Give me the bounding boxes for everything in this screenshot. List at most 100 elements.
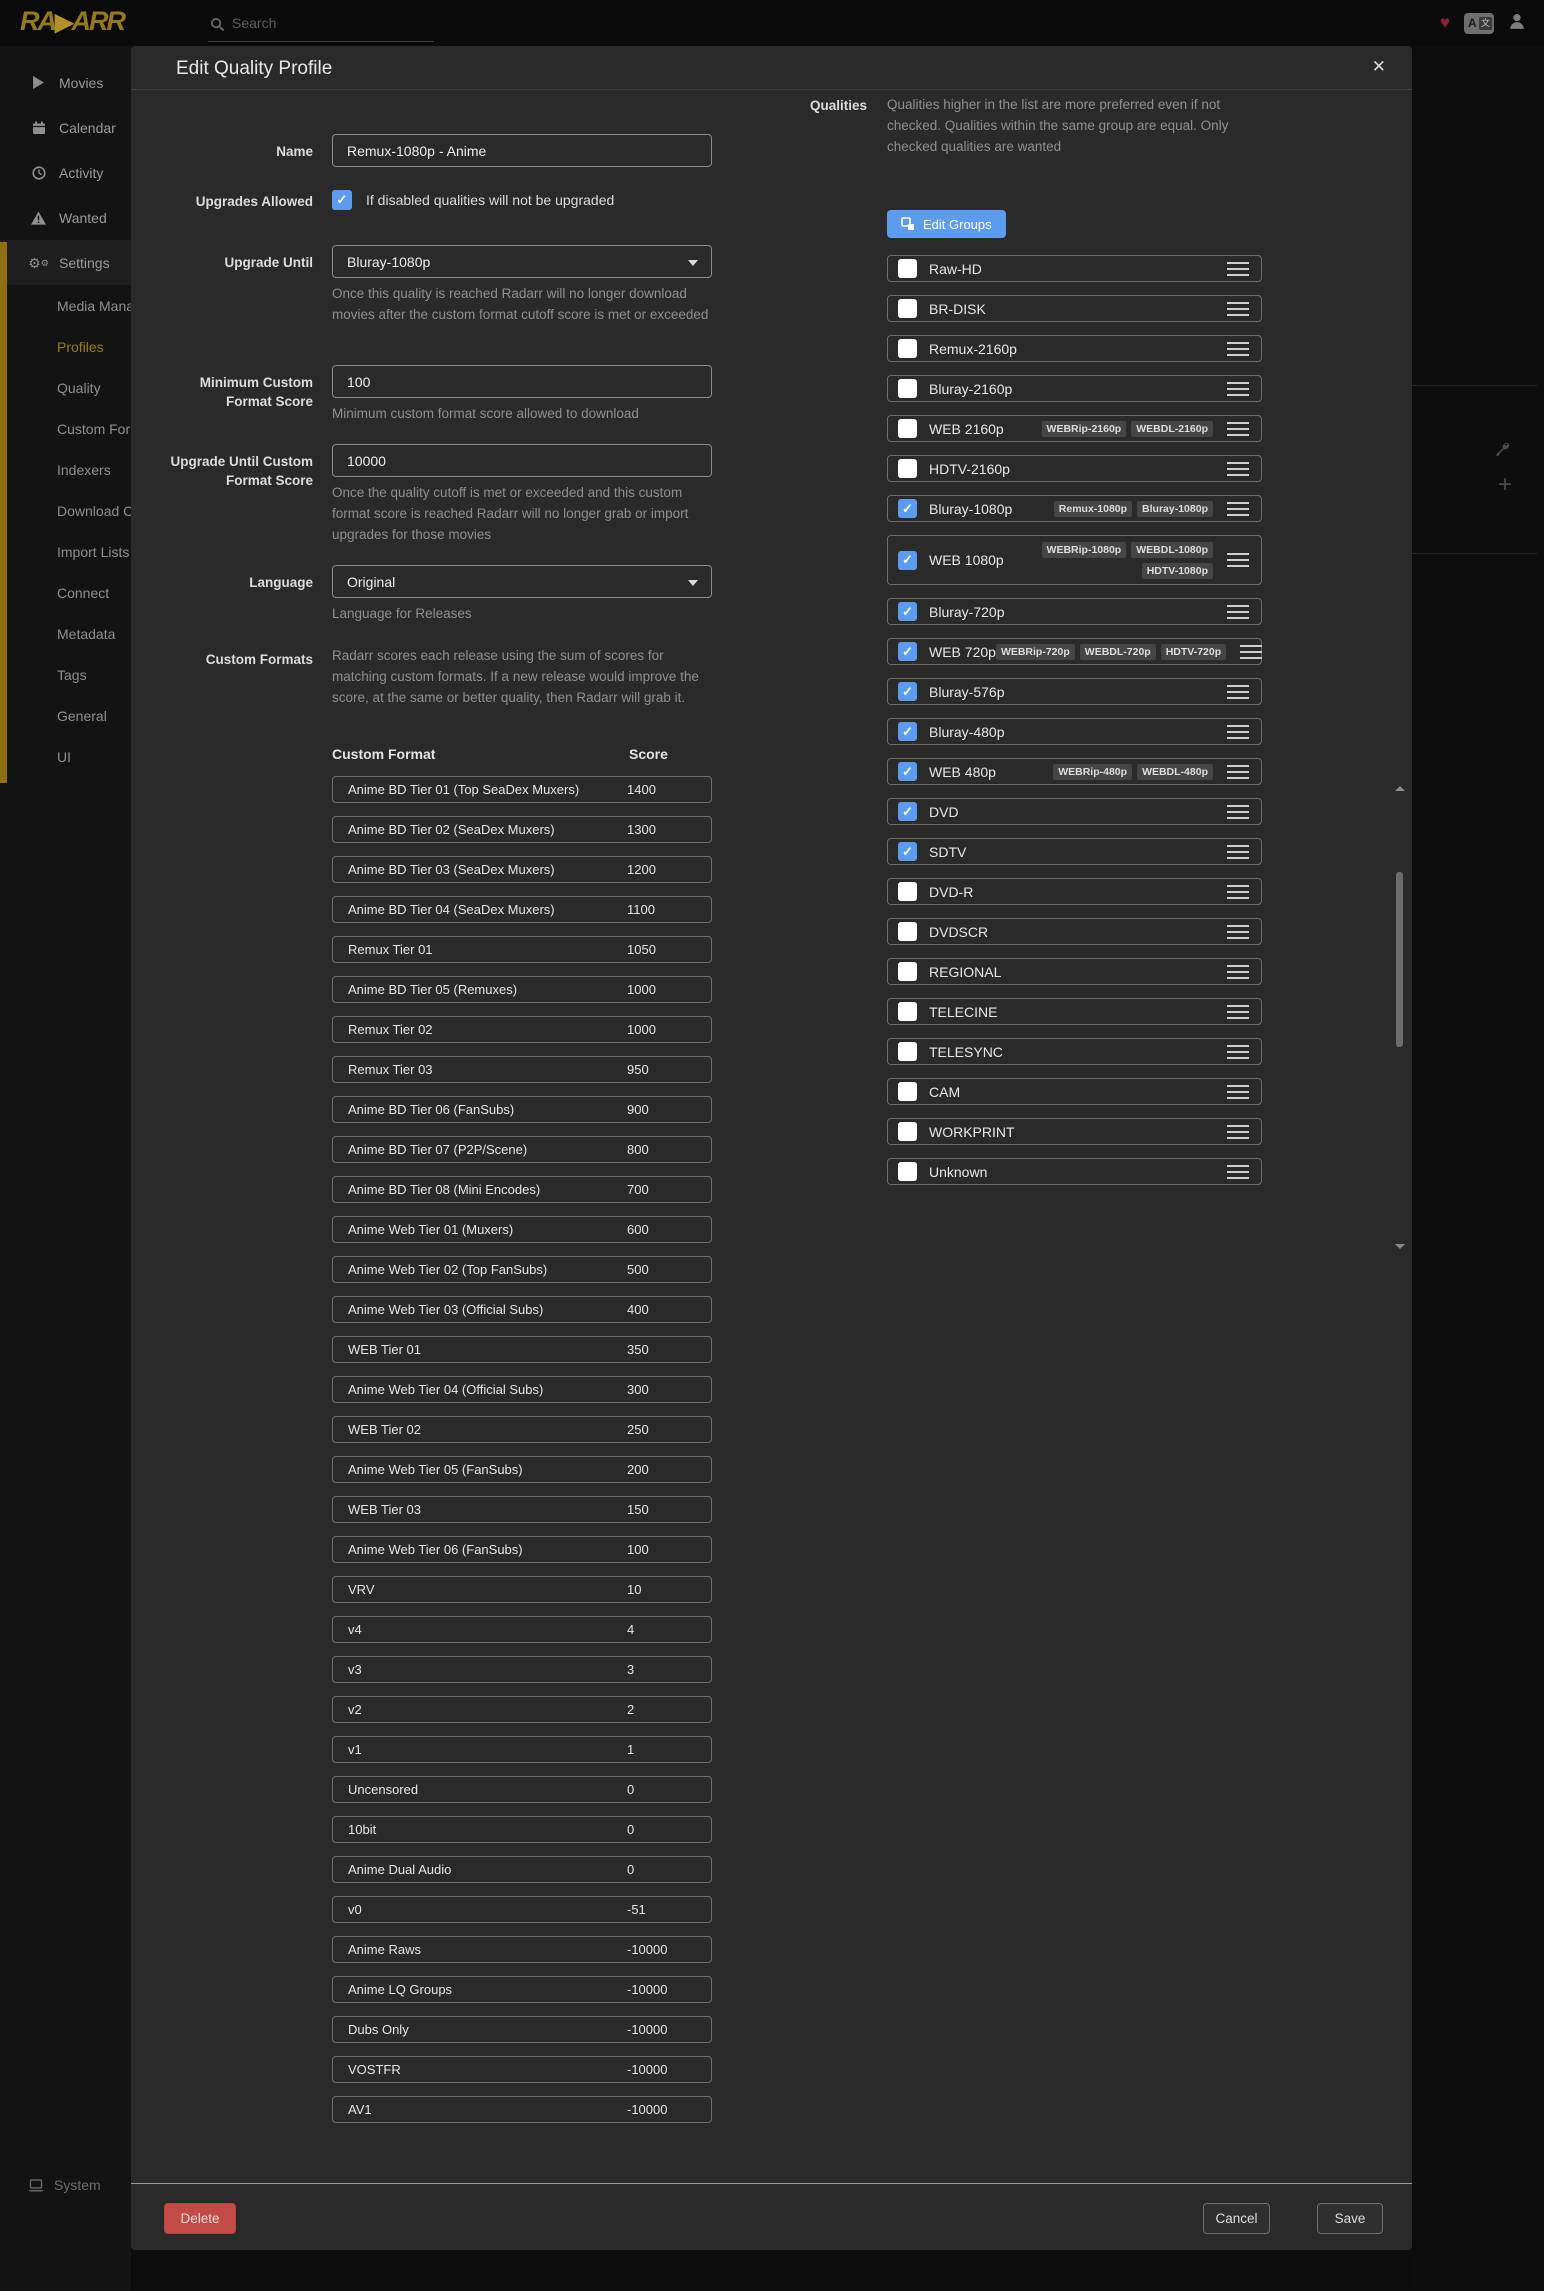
quality-checkbox[interactable] xyxy=(898,762,917,781)
quality-checkbox[interactable] xyxy=(898,722,917,741)
drag-handle-icon[interactable] xyxy=(1227,342,1249,356)
upgrade-until-select[interactable]: Bluray-1080p xyxy=(332,245,712,278)
drag-handle-icon[interactable] xyxy=(1240,645,1262,659)
quality-row[interactable]: DVD-R xyxy=(887,878,1262,905)
quality-row[interactable]: Bluray-480p xyxy=(887,718,1262,745)
quality-row[interactable]: Bluray-2160p xyxy=(887,375,1262,402)
quality-row[interactable]: Bluray-576p xyxy=(887,678,1262,705)
drag-handle-icon[interactable] xyxy=(1227,845,1249,859)
sidebar-item-wanted[interactable]: Wanted xyxy=(0,195,131,240)
sidebar-item-settings[interactable]: ⚙⚙ Settings xyxy=(0,240,131,285)
quality-checkbox[interactable] xyxy=(898,642,917,661)
settings-submenu-item[interactable]: General xyxy=(0,695,131,736)
drag-handle-icon[interactable] xyxy=(1227,302,1249,316)
settings-submenu-item[interactable]: Tags xyxy=(0,654,131,695)
quality-row[interactable]: Bluray-1080p Remux-1080pBluray-1080p xyxy=(887,495,1262,522)
drag-handle-icon[interactable] xyxy=(1227,1165,1249,1179)
drag-handle-icon[interactable] xyxy=(1227,1045,1249,1059)
until-cfs-input[interactable] xyxy=(332,444,712,477)
scrollbar-up-arrow[interactable] xyxy=(1395,786,1405,791)
quality-row[interactable]: DVD xyxy=(887,798,1262,825)
drag-handle-icon[interactable] xyxy=(1227,262,1249,276)
quality-checkbox[interactable] xyxy=(898,259,917,278)
quality-checkbox[interactable] xyxy=(898,339,917,358)
quality-checkbox[interactable] xyxy=(898,299,917,318)
sidebar-item-activity[interactable]: Activity xyxy=(0,150,131,195)
quality-row[interactable]: Bluray-720p xyxy=(887,598,1262,625)
drag-handle-icon[interactable] xyxy=(1227,925,1249,939)
drag-handle-icon[interactable] xyxy=(1227,502,1249,516)
close-icon[interactable]: ✕ xyxy=(1372,57,1386,77)
settings-submenu-item[interactable]: Connect xyxy=(0,572,131,613)
quality-row[interactable]: WEB 480p WEBRip-480pWEBDL-480p xyxy=(887,758,1262,785)
drag-handle-icon[interactable] xyxy=(1227,422,1249,436)
cancel-button[interactable]: Cancel xyxy=(1203,2203,1270,2234)
drag-handle-icon[interactable] xyxy=(1227,685,1249,699)
quality-checkbox[interactable] xyxy=(898,1002,917,1021)
quality-row[interactable]: Raw-HD xyxy=(887,255,1262,282)
quality-checkbox[interactable] xyxy=(898,459,917,478)
sidebar-item-movies[interactable]: Movies xyxy=(0,60,131,105)
settings-submenu-item[interactable]: Import Lists xyxy=(0,531,131,572)
drag-handle-icon[interactable] xyxy=(1227,725,1249,739)
translate-icon[interactable]: A文 xyxy=(1464,13,1494,34)
quality-checkbox[interactable] xyxy=(898,922,917,941)
name-input[interactable] xyxy=(332,134,712,167)
drag-handle-icon[interactable] xyxy=(1227,885,1249,899)
quality-row[interactable]: DVDSCR xyxy=(887,918,1262,945)
radarr-logo[interactable]: RA▶ARR xyxy=(20,6,124,37)
quality-checkbox[interactable] xyxy=(898,499,917,518)
quality-row[interactable]: WEB 1080p WEBRip-1080pWEBDL-1080pHDTV-10… xyxy=(887,535,1262,585)
sidebar-item-calendar[interactable]: Calendar xyxy=(0,105,131,150)
quality-checkbox[interactable] xyxy=(898,882,917,901)
min-cfs-input[interactable] xyxy=(332,365,712,398)
drag-handle-icon[interactable] xyxy=(1227,1005,1249,1019)
drag-handle-icon[interactable] xyxy=(1227,965,1249,979)
quality-checkbox[interactable] xyxy=(898,1122,917,1141)
quality-checkbox[interactable] xyxy=(898,1082,917,1101)
quality-checkbox[interactable] xyxy=(898,842,917,861)
settings-submenu-item[interactable]: UI xyxy=(0,736,131,777)
quality-row[interactable]: BR-DISK xyxy=(887,295,1262,322)
quality-row[interactable]: Remux-2160p xyxy=(887,335,1262,362)
quality-checkbox[interactable] xyxy=(898,419,917,438)
settings-submenu-item[interactable]: Metadata xyxy=(0,613,131,654)
save-button[interactable]: Save xyxy=(1317,2203,1383,2234)
language-select[interactable]: Original xyxy=(332,565,712,598)
quality-row[interactable]: TELECINE xyxy=(887,998,1262,1025)
drag-handle-icon[interactable] xyxy=(1227,462,1249,476)
quality-checkbox[interactable] xyxy=(898,1042,917,1061)
quality-row[interactable]: WEB 720p WEBRip-720pWEBDL-720pHDTV-720p xyxy=(887,638,1262,665)
drag-handle-icon[interactable] xyxy=(1227,382,1249,396)
quality-checkbox[interactable] xyxy=(898,962,917,981)
settings-submenu-item[interactable]: Indexers xyxy=(0,449,131,490)
drag-handle-icon[interactable] xyxy=(1227,805,1249,819)
settings-submenu-item[interactable]: Quality xyxy=(0,367,131,408)
search-input[interactable] xyxy=(232,15,422,31)
quality-row[interactable]: WEB 2160p WEBRip-2160pWEBDL-2160p xyxy=(887,415,1262,442)
settings-submenu-item[interactable]: Media Management xyxy=(0,285,131,326)
quality-checkbox[interactable] xyxy=(898,551,917,570)
settings-submenu-item[interactable]: Custom Formats xyxy=(0,408,131,449)
quality-checkbox[interactable] xyxy=(898,1162,917,1181)
quality-row[interactable]: WORKPRINT xyxy=(887,1118,1262,1145)
quality-row[interactable]: CAM xyxy=(887,1078,1262,1105)
quality-row[interactable]: SDTV xyxy=(887,838,1262,865)
quality-checkbox[interactable] xyxy=(898,682,917,701)
user-icon[interactable] xyxy=(1508,12,1526,35)
drag-handle-icon[interactable] xyxy=(1227,1085,1249,1099)
quality-row[interactable]: HDTV-2160p xyxy=(887,455,1262,482)
sidebar-item-system[interactable]: System xyxy=(0,2172,131,2198)
donate-heart-icon[interactable]: ♥ xyxy=(1440,13,1450,33)
drag-handle-icon[interactable] xyxy=(1227,605,1249,619)
quality-row[interactable]: REGIONAL xyxy=(887,958,1262,985)
settings-submenu-item[interactable]: Download Clients xyxy=(0,490,131,531)
drag-handle-icon[interactable] xyxy=(1227,1125,1249,1139)
quality-checkbox[interactable] xyxy=(898,602,917,621)
quality-row[interactable]: Unknown xyxy=(887,1158,1262,1185)
upgrades-allowed-checkbox[interactable] xyxy=(332,190,352,210)
drag-handle-icon[interactable] xyxy=(1227,765,1249,779)
search-field[interactable] xyxy=(208,14,434,42)
scrollbar-thumb[interactable] xyxy=(1396,872,1403,1047)
quality-row[interactable]: TELESYNC xyxy=(887,1038,1262,1065)
